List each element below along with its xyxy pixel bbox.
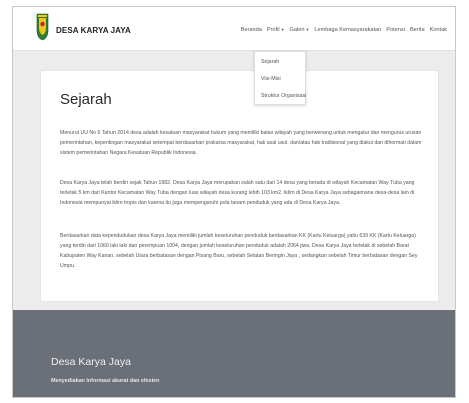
nav-lembaga[interactable]: Lembaga Kemasyarakatan bbox=[314, 27, 381, 33]
dropdown-item-struktur-organisasi[interactable]: Struktur Organisasi bbox=[261, 93, 306, 99]
brand-name[interactable]: DESA KARYA JAYA bbox=[56, 26, 131, 35]
nav-profil[interactable]: Profil▼ bbox=[267, 27, 285, 33]
nav-potensi[interactable]: Potensi bbox=[386, 27, 405, 33]
footer-title: Desa Karya Jaya bbox=[51, 356, 131, 368]
site-footer: Desa Karya Jaya Menyediakan Informasi ak… bbox=[13, 310, 455, 397]
footer-subtitle: Menyediakan Informasi akurat dan efesien bbox=[51, 378, 160, 384]
nav-galeri-label: Galeri bbox=[289, 27, 305, 33]
paragraph-3: Berdasarkan data kependudukan desa Karya… bbox=[60, 233, 418, 269]
dropdown-item-visi-misi[interactable]: Visi-Misi bbox=[261, 76, 281, 82]
village-crest-icon[interactable] bbox=[36, 13, 49, 41]
chevron-down-icon: ▼ bbox=[280, 27, 285, 32]
nav-galeri[interactable]: Galeri▼ bbox=[290, 27, 310, 33]
profil-dropdown-menu: Sejarah Visi-Misi Struktur Organisasi bbox=[254, 51, 306, 105]
paragraph-1: Menurut UU No 6 Tahun 2014 desa adalah k… bbox=[60, 130, 422, 156]
top-navbar: DESA KARYA JAYA Beranda Profil▼ Galeri▼ … bbox=[13, 7, 455, 51]
chevron-down-icon: ▼ bbox=[305, 27, 310, 32]
dropdown-item-sejarah[interactable]: Sejarah bbox=[261, 59, 279, 65]
content-card: Sejarah Menurut UU No 6 Tahun 2014 desa … bbox=[40, 70, 439, 302]
nav-profil-label: Profil bbox=[266, 27, 280, 33]
nav-beranda[interactable]: Beranda bbox=[241, 27, 262, 33]
page-title: Sejarah bbox=[60, 91, 112, 108]
paragraph-2: Desa Karya Jaya telah berdiri sejak Tahu… bbox=[60, 180, 415, 206]
browser-page-frame: DESA KARYA JAYA Beranda Profil▼ Galeri▼ … bbox=[12, 6, 456, 398]
nav-kontak[interactable]: Kontak bbox=[430, 27, 447, 33]
main-nav: Beranda Profil▼ Galeri▼ Lembaga Kemasyar… bbox=[241, 27, 447, 33]
nav-berita[interactable]: Berita bbox=[410, 27, 425, 33]
